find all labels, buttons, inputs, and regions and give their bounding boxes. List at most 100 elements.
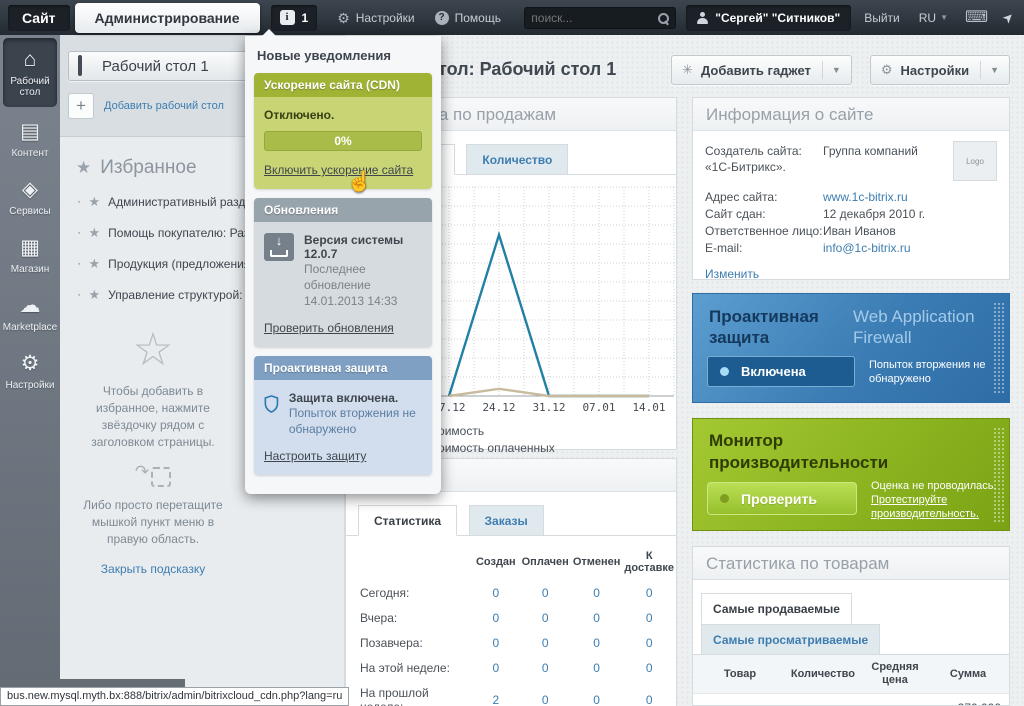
order-count-link[interactable]: 0: [472, 630, 520, 655]
tab-most-viewed[interactable]: Самые просматриваемые: [701, 624, 881, 655]
tab-orders-list[interactable]: Заказы: [468, 505, 544, 536]
sidebar-item-shop[interactable]: ▦ Магазин: [0, 226, 60, 284]
page-actions: ✳ Добавить гаджет ▼ ⚙ Настройки ▼: [671, 55, 1010, 85]
products-table: Товар Количество Средняя цена Сумма Крад…: [693, 655, 1009, 705]
order-count-link[interactable]: 0: [520, 580, 571, 605]
chevron-down-icon: ▼: [940, 13, 948, 22]
add-desktop-link[interactable]: Добавить рабочий стол: [104, 100, 224, 112]
order-count-link[interactable]: 0: [520, 630, 571, 655]
order-count-link[interactable]: 0: [472, 655, 520, 680]
sidebar-item-desktop[interactable]: ⌂ Рабочий стол: [3, 38, 57, 107]
favorites-hint: ☆ Чтобы добавить в избранное, нажмите зв…: [60, 325, 246, 578]
sidebar-item-label: Marketplace: [2, 322, 58, 333]
topbar-settings-button[interactable]: ⚙ Настройки: [337, 11, 414, 25]
svg-text:24.12: 24.12: [482, 401, 515, 414]
star-icon: ★: [88, 194, 101, 209]
sidebar-item-content[interactable]: ▤ Контент: [0, 110, 60, 168]
check-updates-link[interactable]: Проверить обновления: [264, 321, 394, 335]
site-info-body: Logo Создатель сайта: Группа компаний «1С…: [693, 131, 1009, 283]
configure-protection-link[interactable]: Настроить защиту: [264, 449, 366, 463]
add-gadget-button[interactable]: ✳ Добавить гаджет ▼: [671, 55, 852, 85]
protection-status-button[interactable]: Включена: [707, 356, 855, 387]
order-count-link[interactable]: 0: [622, 580, 676, 605]
sidebar-item-settings[interactable]: ⚙ Настройки: [0, 342, 60, 400]
star-icon: ★: [88, 225, 101, 240]
order-count-link[interactable]: 2: [472, 680, 520, 706]
performance-monitor-widget: Монитор производительности Проверить Оце…: [692, 418, 1010, 531]
status-url: bus.new.mysql.myth.bx:888/bitrix/admin/b…: [0, 687, 350, 706]
mouse-cursor: ☝: [347, 171, 372, 193]
star-icon: ★: [88, 287, 101, 302]
order-count-link[interactable]: 0: [520, 655, 571, 680]
user-icon: [697, 11, 709, 24]
sidebar-item-marketplace[interactable]: ☁ Marketplace: [0, 284, 60, 342]
tab-best-selling[interactable]: Самые продаваемые: [701, 593, 852, 624]
language-value: RU: [918, 10, 937, 25]
last-update-text: Последнее обновление: [304, 262, 371, 292]
chevron-down-icon[interactable]: ▼: [990, 65, 999, 75]
search-input[interactable]: [531, 10, 658, 25]
table-row: Сегодня: 0 0 0 0: [346, 580, 676, 605]
order-count-link[interactable]: 0: [571, 680, 623, 706]
search-icon[interactable]: [657, 12, 670, 24]
order-count-link[interactable]: 0: [571, 580, 623, 605]
star-outline-icon: ☆: [132, 323, 174, 375]
tab-orders-statistics[interactable]: Статистика: [358, 505, 458, 536]
bullet-icon: ▪: [78, 198, 81, 206]
order-count-link[interactable]: 0: [520, 605, 571, 630]
add-gadget-label: Добавить гаджет: [700, 62, 811, 78]
tab-site[interactable]: Сайт: [8, 4, 70, 31]
site-url-link[interactable]: www.1c-bitrix.ru: [823, 190, 908, 204]
order-count-link[interactable]: 0: [571, 655, 623, 680]
order-count-link[interactable]: 0: [472, 605, 520, 630]
tab-admin[interactable]: Администрирование: [74, 2, 260, 33]
cdn-progress-bar: 0%: [264, 131, 422, 151]
info-label: Адрес сайта:: [705, 190, 778, 204]
tab-sales-quantity[interactable]: Количество: [466, 144, 569, 175]
sidebar-item-label: Магазин: [10, 264, 50, 275]
chevron-down-icon[interactable]: ▼: [832, 65, 841, 75]
edit-link[interactable]: Изменить: [705, 267, 759, 281]
hint-text-drag: Либо просто перетащите мышкой пункт меню…: [83, 498, 223, 546]
notifications-button[interactable]: i 1: [270, 4, 318, 31]
plus-icon[interactable]: +: [68, 93, 94, 119]
column-header: Товар: [693, 655, 787, 694]
layers-icon: ◈: [21, 178, 39, 201]
protection-title-line2: защита: [709, 328, 770, 347]
protection-card: Проактивная защита Защита включена. Попы…: [254, 356, 432, 475]
info-label: Ответственное лицо:: [705, 224, 823, 238]
email-link[interactable]: info@1c-bitrix.ru: [823, 241, 911, 255]
legend-label: Стоимость оплаченных: [424, 440, 555, 455]
products-statistics-widget: Статистика по товарам Самые продаваемые …: [692, 546, 1010, 706]
hotkeys-icon[interactable]: ⌨: [965, 9, 988, 26]
order-count-link[interactable]: 0: [622, 680, 676, 706]
column-header: К доставке: [624, 550, 674, 574]
performance-test-link[interactable]: Протестируйте производительность.: [871, 494, 979, 520]
order-count-link[interactable]: 0: [622, 655, 676, 680]
performance-check-button[interactable]: Проверить: [707, 482, 857, 515]
order-count-link[interactable]: 0: [622, 605, 676, 630]
logout-link[interactable]: Выйти: [864, 11, 900, 25]
topbar-help-button[interactable]: ? Помощь: [434, 10, 501, 25]
dashboard-settings-label: Настройки: [900, 62, 970, 78]
order-count-link[interactable]: 0: [571, 630, 623, 655]
sidebar-item-services[interactable]: ◈ Сервисы: [0, 168, 60, 226]
order-count-link[interactable]: 0: [520, 680, 571, 706]
user-name: "Сергей" "Ситников": [715, 10, 841, 25]
close-hint-link[interactable]: Закрыть подсказку: [101, 562, 205, 576]
user-button[interactable]: "Сергей" "Ситников": [686, 4, 852, 31]
bullet-icon: ▪: [78, 229, 81, 237]
pin-icon[interactable]: ➤: [999, 8, 1018, 27]
language-select[interactable]: RU ▼: [919, 11, 948, 25]
site-info-widget: Информация о сайте Logo Создатель сайта:…: [692, 97, 1010, 283]
enable-cdn-link[interactable]: Включить ускорение сайта: [264, 163, 413, 177]
order-count-link[interactable]: 0: [472, 580, 520, 605]
info-row: Создатель сайта: Группа компаний «1С-Битр…: [705, 143, 935, 175]
updates-card-header: Обновления: [254, 198, 432, 222]
order-count-link[interactable]: 0: [622, 630, 676, 655]
status-dot-icon: [720, 367, 729, 376]
bullet-icon: ▪: [78, 291, 81, 299]
dashboard-settings-button[interactable]: ⚙ Настройки ▼: [869, 55, 1010, 85]
order-count-link[interactable]: 0: [571, 605, 623, 630]
topbar: Сайт Администрирование i 1 ⚙ Настройки ?…: [0, 0, 1024, 35]
